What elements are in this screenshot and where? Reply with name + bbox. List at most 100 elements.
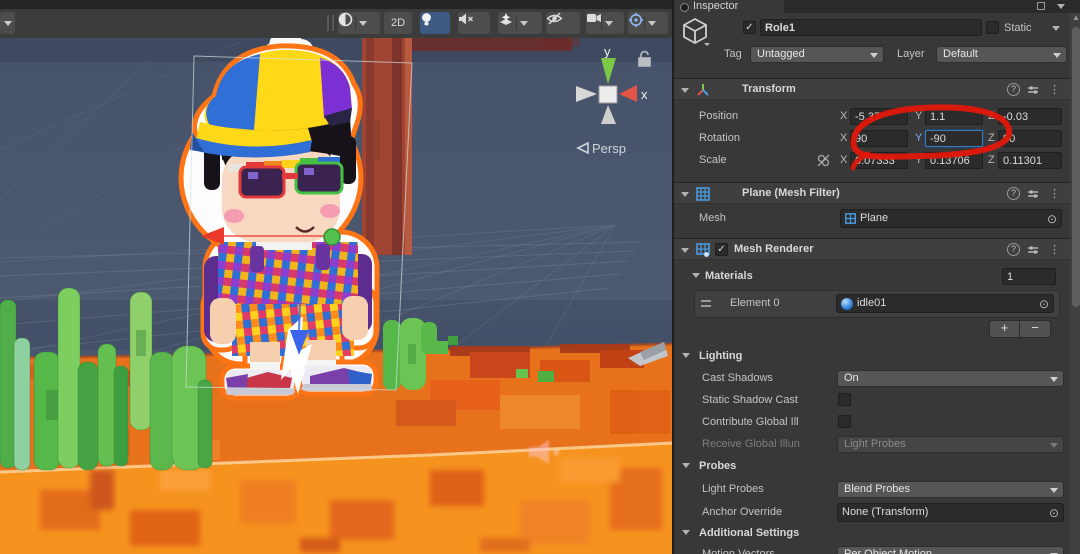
scene-audio-toggle[interactable] bbox=[458, 12, 490, 34]
rotation-label: Rotation bbox=[699, 132, 740, 144]
scroll-up-icon[interactable]: ▲ bbox=[1070, 13, 1080, 22]
motion-vectors-dropdown[interactable]: Per Object Motion bbox=[837, 546, 1064, 554]
chevron-down-icon bbox=[605, 21, 613, 26]
scene-view[interactable]: y x Persp bbox=[0, 0, 672, 554]
materials-count-field[interactable]: 1 bbox=[1002, 268, 1056, 285]
help-icon[interactable]: ? bbox=[1007, 83, 1020, 96]
scene-lighting-toggle[interactable] bbox=[420, 12, 450, 34]
static-shadow-caster-checkbox[interactable] bbox=[838, 393, 851, 406]
axis-x-label: X bbox=[840, 154, 847, 166]
transform-header[interactable]: Transform ? ⋮ bbox=[674, 78, 1070, 100]
add-material-button[interactable]: + bbox=[990, 321, 1020, 337]
gizmo-x-label: x bbox=[641, 87, 648, 102]
shading-mode-button[interactable] bbox=[338, 12, 380, 34]
character-sprite[interactable] bbox=[181, 46, 377, 398]
hidden-objects-toggle[interactable] bbox=[546, 12, 580, 34]
inspector-tab-icon bbox=[680, 3, 689, 12]
foldout-caret-icon[interactable] bbox=[692, 273, 700, 278]
shaded-sphere-icon bbox=[338, 12, 353, 27]
gizmo-center-cube[interactable] bbox=[599, 86, 617, 103]
object-picker-icon[interactable]: ⊙ bbox=[1039, 298, 1049, 310]
inspector-panel: Inspector ✓ Role1 Static Tag Untagged La… bbox=[672, 0, 1080, 554]
foldout-caret-icon[interactable] bbox=[682, 530, 690, 535]
gameobject-cube-icon bbox=[680, 16, 710, 46]
scene-tab-collapse-button[interactable] bbox=[0, 12, 15, 34]
contribute-gi-checkbox[interactable] bbox=[838, 415, 851, 428]
rotation-z-field[interactable]: 90 bbox=[998, 130, 1062, 147]
scale-label: Scale bbox=[699, 154, 727, 166]
gizmos-icon bbox=[628, 12, 644, 28]
unlink-icon[interactable] bbox=[817, 154, 830, 167]
move-gizmo-center-handle[interactable] bbox=[324, 229, 340, 245]
scene-canvas[interactable]: y x Persp bbox=[0, 0, 672, 554]
scale-z-field[interactable]: 0.11301 bbox=[998, 152, 1062, 169]
effects-toggle-button[interactable] bbox=[498, 12, 542, 34]
mesh-filter-header[interactable]: Plane (Mesh Filter) ? ⋮ bbox=[674, 182, 1070, 204]
contribute-gi-label: Contribute Global Ill bbox=[702, 416, 835, 428]
mesh-renderer-enabled-checkbox[interactable]: ✓ bbox=[715, 243, 728, 256]
2d-toggle-button[interactable]: 2D bbox=[384, 12, 412, 34]
inspector-tabbar: Inspector bbox=[674, 0, 1080, 13]
mesh-object-field[interactable]: Plane ⊙ bbox=[840, 209, 1062, 228]
help-icon[interactable]: ? bbox=[1007, 187, 1020, 200]
camera-icon bbox=[586, 12, 602, 24]
transform-title: Transform bbox=[742, 83, 796, 95]
position-z-field[interactable]: -0.03 bbox=[998, 108, 1062, 125]
inspector-scrollbar[interactable]: ▲ bbox=[1070, 13, 1080, 554]
scale-y-field[interactable]: 0.13706 bbox=[925, 152, 983, 169]
remove-material-button[interactable]: − bbox=[1020, 321, 1050, 337]
tab-inspector[interactable]: Inspector bbox=[674, 0, 784, 13]
tag-dropdown[interactable]: Untagged bbox=[750, 46, 884, 63]
material-list-buttons: + − bbox=[989, 320, 1051, 338]
light-probes-dropdown[interactable]: Blend Probes bbox=[837, 481, 1064, 498]
anchor-override-field[interactable]: None (Transform) ⊙ bbox=[837, 503, 1064, 522]
foldout-caret-icon[interactable] bbox=[681, 248, 689, 253]
chevron-down-icon bbox=[648, 21, 656, 26]
gizmos-toggle-button[interactable] bbox=[628, 12, 668, 34]
foldout-caret-icon[interactable] bbox=[681, 192, 689, 197]
gameobject-active-checkbox[interactable]: ✓ bbox=[743, 21, 756, 34]
object-picker-icon[interactable]: ⊙ bbox=[1047, 213, 1057, 225]
position-y-field[interactable]: 1.1 bbox=[925, 108, 983, 125]
axis-y-label: Y bbox=[915, 154, 922, 166]
rotation-x-field[interactable]: 90 bbox=[850, 130, 908, 147]
material-object-field[interactable]: idle01 ⊙ bbox=[836, 294, 1054, 313]
axis-z-label: Z bbox=[988, 110, 995, 122]
presets-icon[interactable] bbox=[1027, 244, 1039, 256]
kebab-menu-icon[interactable]: ⋮ bbox=[1049, 243, 1060, 256]
axis-z-label: Z bbox=[988, 132, 995, 144]
static-checkbox[interactable] bbox=[986, 21, 999, 34]
gameobject-name-field[interactable]: Role1 bbox=[760, 19, 982, 36]
object-picker-icon[interactable]: ⊙ bbox=[1049, 507, 1059, 519]
audio-muted-icon bbox=[458, 12, 474, 26]
drag-handle-icon[interactable] bbox=[701, 300, 711, 307]
presets-icon[interactable] bbox=[1027, 188, 1039, 200]
foldout-caret-icon[interactable] bbox=[682, 463, 690, 468]
unity-editor: y x Persp bbox=[0, 0, 1080, 554]
presets-icon[interactable] bbox=[1027, 84, 1039, 96]
position-label: Position bbox=[699, 110, 738, 122]
position-x-field[interactable]: -5.37 bbox=[850, 108, 908, 125]
foldout-caret-icon[interactable] bbox=[681, 88, 689, 93]
window-maximize-icon[interactable] bbox=[1037, 2, 1045, 10]
help-icon[interactable]: ? bbox=[1007, 243, 1020, 256]
kebab-menu-icon[interactable]: ⋮ bbox=[1049, 83, 1060, 96]
scrollbar-thumb[interactable] bbox=[1072, 27, 1080, 307]
foldout-caret-icon[interactable] bbox=[682, 353, 690, 358]
rotation-y-field[interactable]: -90 bbox=[925, 130, 983, 147]
cast-shadows-dropdown[interactable]: On bbox=[837, 370, 1064, 387]
scene-tabbar bbox=[0, 0, 672, 9]
persp-label[interactable]: Persp bbox=[592, 141, 626, 156]
static-label: Static bbox=[1004, 22, 1032, 34]
mesh-renderer-header[interactable]: ✓ Mesh Renderer ? ⋮ bbox=[674, 238, 1070, 260]
static-dropdown-icon[interactable] bbox=[1052, 26, 1060, 31]
layer-dropdown[interactable]: Default bbox=[936, 46, 1067, 63]
motion-vectors-label: Motion Vectors bbox=[702, 548, 775, 554]
scale-x-field[interactable]: 0.07333 bbox=[850, 152, 908, 169]
window-menu-icon[interactable] bbox=[1057, 4, 1065, 9]
kebab-menu-icon[interactable]: ⋮ bbox=[1049, 187, 1060, 200]
camera-settings-button[interactable] bbox=[586, 12, 624, 34]
lighting-section-label: Lighting bbox=[699, 350, 742, 362]
transform-icon bbox=[696, 83, 710, 97]
effects-icon bbox=[498, 12, 514, 27]
